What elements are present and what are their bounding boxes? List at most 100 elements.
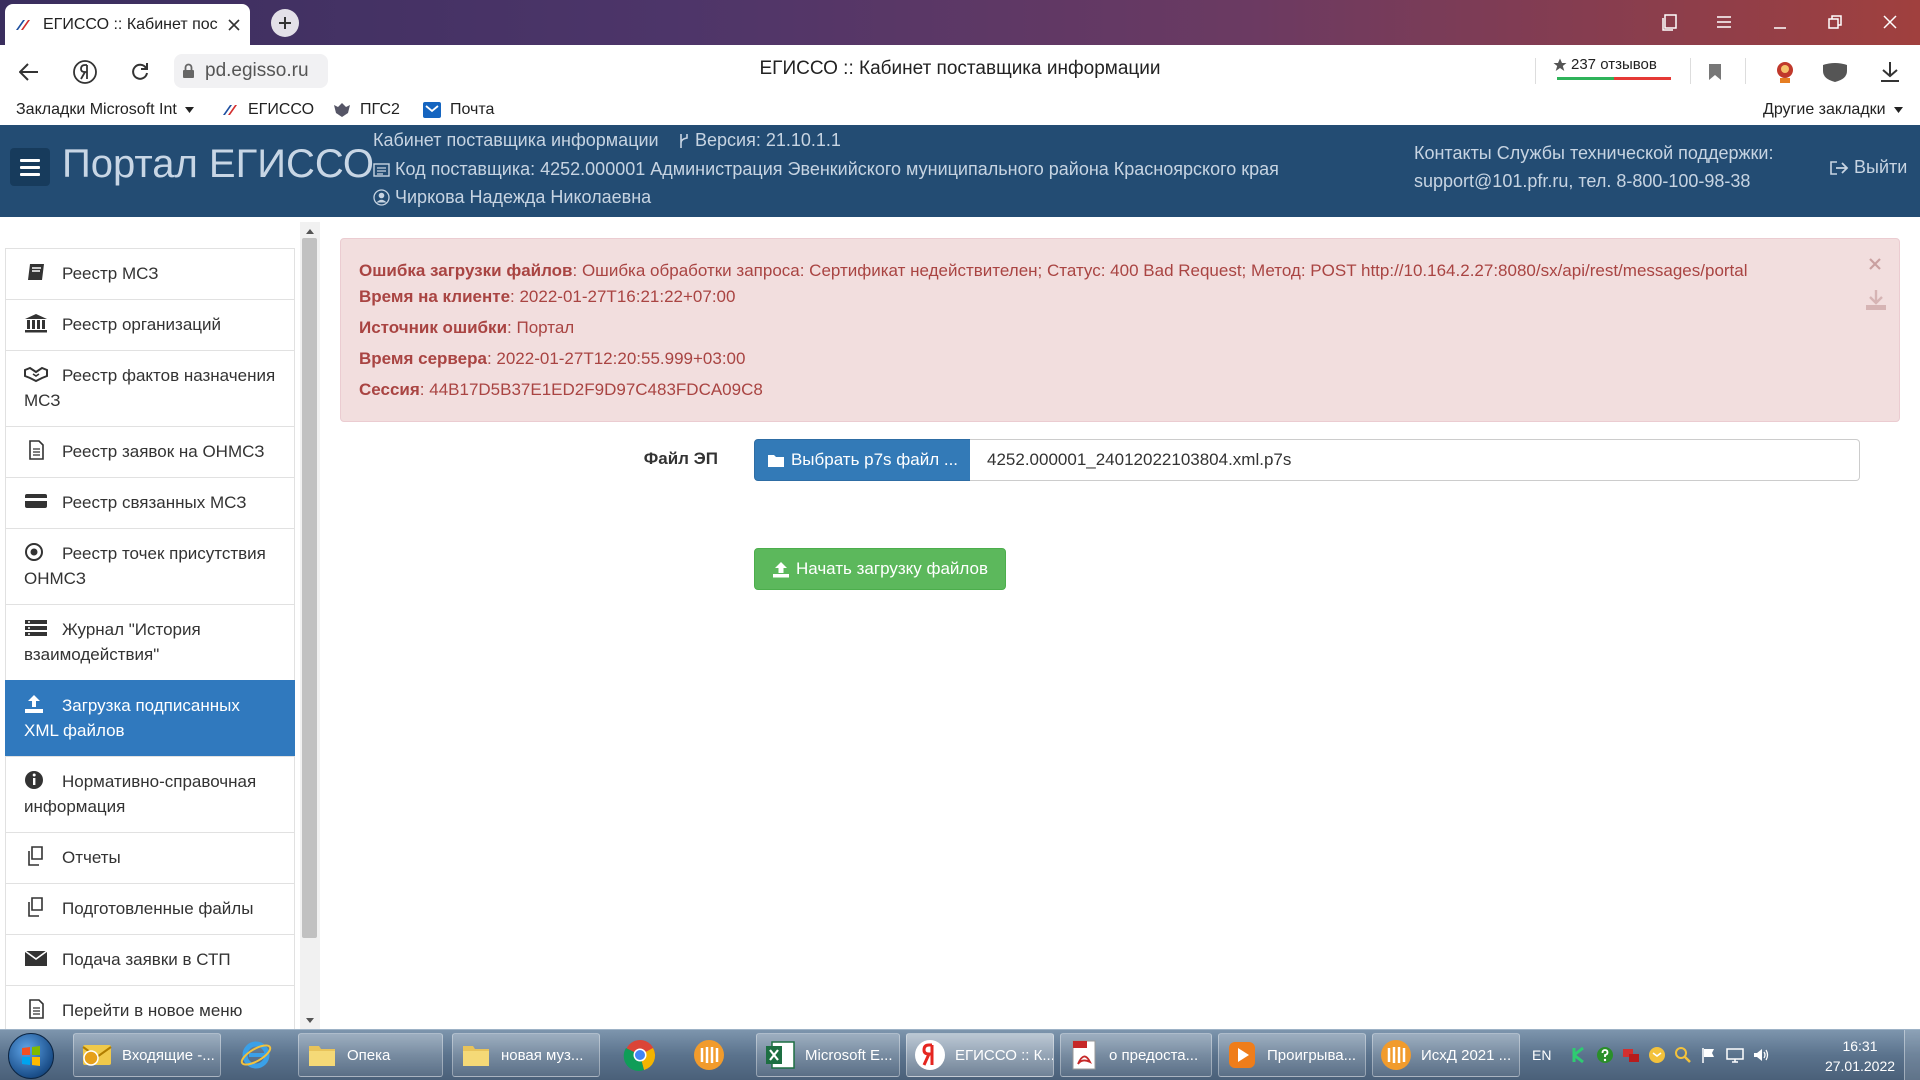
downloads-button[interactable] <box>1875 57 1905 87</box>
sidebar-item-presence-points[interactable]: Реестр точек присутствия ОНМСЗ <box>5 528 295 605</box>
error-label: Ошибка загрузки файлов <box>359 261 573 280</box>
new-tab-button[interactable] <box>271 9 299 37</box>
taskbar-item-app[interactable] <box>686 1033 734 1077</box>
sidebar-item-organizations[interactable]: Реестр организаций <box>5 299 295 351</box>
sidebar: Реестр МСЗ Реестр организаций Реестр фак… <box>0 217 320 1029</box>
start-button[interactable] <box>8 1033 54 1079</box>
sidebar-item-reference-info[interactable]: Нормативно-справочная информация <box>5 756 295 833</box>
portal-title[interactable]: Портал ЕГИССО <box>62 142 374 187</box>
minimize-button[interactable] <box>1760 7 1800 37</box>
start-upload-button[interactable]: Начать загрузку файлов <box>754 548 1006 590</box>
divider <box>1535 58 1536 84</box>
sidebar-item-history-log[interactable]: Журнал "История взаимодействия" <box>5 604 295 681</box>
taskbar-item-yandex-browser[interactable]: ЕГИССО :: К... <box>906 1033 1054 1077</box>
show-desktop-button[interactable] <box>1904 1030 1920 1080</box>
help-icon[interactable] <box>1596 1046 1614 1064</box>
display-icon[interactable] <box>1726 1046 1744 1064</box>
egisso-favicon <box>223 105 237 115</box>
shield-icon <box>1823 63 1847 82</box>
mail-notification-icon[interactable] <box>1648 1046 1666 1064</box>
handshake-icon <box>24 366 48 383</box>
sidebar-item-linked-msz[interactable]: Реестр связанных МСЗ <box>5 477 295 529</box>
system-tray <box>1570 1033 1770 1077</box>
logout-button[interactable]: Выйти <box>1829 157 1907 178</box>
info-icon <box>25 771 43 789</box>
taskbar-item-chrome[interactable] <box>617 1033 665 1077</box>
internet-explorer-icon <box>240 1041 272 1069</box>
choose-p7s-button[interactable]: Выбрать p7s файл ... <box>754 439 971 481</box>
folder-icon <box>309 1046 335 1066</box>
extension-button[interactable] <box>1770 57 1800 87</box>
other-bookmarks[interactable]: Другие закладки <box>1763 101 1903 119</box>
taskbar-item-ie[interactable] <box>233 1033 281 1077</box>
browser-menu-button[interactable] <box>1704 7 1744 37</box>
browser-tab[interactable]: ЕГИССО :: Кабинет пост <box>5 4 250 45</box>
file-sig-label: Файл ЭП <box>643 449 718 468</box>
user-label: Чиркова Надежда Николаевна <box>373 187 651 208</box>
taskbar-item-outlook[interactable]: Входящие -... <box>73 1033 221 1077</box>
excel-icon <box>766 1041 795 1069</box>
taskbar-item-folder-opeka[interactable]: Опека <box>298 1033 443 1077</box>
sidebar-item-label: Подача заявки в СТП <box>62 950 231 969</box>
alert-download-button[interactable] <box>1865 289 1887 311</box>
taskbar-item-media-player[interactable]: Проигрыва... <box>1218 1033 1366 1077</box>
user-icon <box>373 189 390 206</box>
clock[interactable]: 16:31 27.01.2022 <box>1810 1036 1910 1076</box>
document-icon <box>29 999 44 1019</box>
bookmark-mail[interactable]: Почта <box>422 101 494 119</box>
bookmark-button[interactable] <box>1700 57 1730 87</box>
protect-button[interactable] <box>1820 57 1850 87</box>
sidebar-item-upload-signed-xml[interactable]: Загрузка подписанных XML файлов <box>5 680 295 757</box>
scroll-up-arrow[interactable] <box>300 224 320 238</box>
close-icon <box>1869 258 1881 270</box>
taskbar-label: о предоста... <box>1109 1046 1199 1064</box>
sidebar-item-label: Реестр организаций <box>62 315 222 334</box>
bookmark-egisso[interactable]: ЕГИССО <box>222 101 314 119</box>
supplier-text: Код поставщика: 4252.000001 Администраци… <box>395 159 1279 179</box>
user-name: Чиркова Надежда Николаевна <box>395 187 652 207</box>
copy-icon <box>28 846 43 866</box>
sidebar-item-msz-registry[interactable]: Реестр МСЗ <box>5 248 295 300</box>
scroll-down-arrow[interactable] <box>300 1013 320 1027</box>
taskbar-label: Опека <box>347 1046 391 1064</box>
sidebar-item-prepared-files[interactable]: Подготовленные файлы <box>5 883 295 935</box>
outlook-icon <box>82 1045 112 1066</box>
sidebar-item-support-request[interactable]: Подача заявки в СТП <box>5 934 295 986</box>
close-tab-icon[interactable] <box>228 18 240 31</box>
menu-toggle-button[interactable] <box>10 148 50 186</box>
sidebar-item-new-menu[interactable]: Перейти в новое меню <box>5 985 295 1029</box>
reviews-badge[interactable]: 237 отзывов <box>1553 56 1673 86</box>
alert-close-button[interactable] <box>1869 258 1881 270</box>
network-monitor-icon[interactable] <box>1622 1046 1640 1064</box>
taskbar-item-document[interactable]: ИсхД 2021 ... <box>1372 1033 1520 1077</box>
taskbar-item-pdf[interactable]: о предоста... <box>1060 1033 1212 1077</box>
plus-icon <box>279 17 291 29</box>
taskbar-item-folder-music[interactable]: новая муз... <box>452 1033 600 1077</box>
caret-down-icon <box>1893 107 1903 113</box>
search-icon[interactable] <box>1674 1046 1692 1064</box>
volume-icon[interactable] <box>1752 1046 1770 1064</box>
file-name-field[interactable]: 4252.000001_24012022103804.xml.p7s <box>970 439 1860 481</box>
scrollbar-thumb[interactable] <box>302 238 317 938</box>
sidebar-item-reports[interactable]: Отчеты <box>5 832 295 884</box>
id-card-icon <box>373 162 390 177</box>
bookmark-pgs2[interactable]: ПГС2 <box>332 101 400 119</box>
bookmark-folder-microsoft[interactable]: Закладки Microsoft Int <box>16 101 194 119</box>
logout-label: Выйти <box>1854 157 1908 177</box>
sidebar-item-label: Загрузка подписанных XML файлов <box>24 696 240 740</box>
cabinet-label: Кабинет поставщика информации <box>373 130 659 151</box>
bookmark-label: ПГС2 <box>360 101 400 118</box>
language-indicator[interactable]: EN <box>1532 1033 1551 1077</box>
close-window-button[interactable] <box>1870 7 1910 37</box>
reviews-rating-bar <box>1557 77 1671 80</box>
sidebar-item-label: Реестр связанных МСЗ <box>62 493 247 512</box>
app-orange-icon <box>694 1040 724 1070</box>
kaspersky-icon[interactable] <box>1570 1046 1588 1064</box>
other-bookmarks-label: Другие закладки <box>1763 101 1886 118</box>
sidebar-item-facts-registry[interactable]: Реестр фактов назначения МСЗ <box>5 350 295 427</box>
collections-button[interactable] <box>1650 7 1690 37</box>
sidebar-item-onmsz-requests[interactable]: Реестр заявок на ОНМСЗ <box>5 426 295 478</box>
restore-button[interactable] <box>1815 7 1855 37</box>
flag-icon[interactable] <box>1700 1046 1718 1064</box>
taskbar-item-excel[interactable]: Microsoft E... <box>756 1033 900 1077</box>
